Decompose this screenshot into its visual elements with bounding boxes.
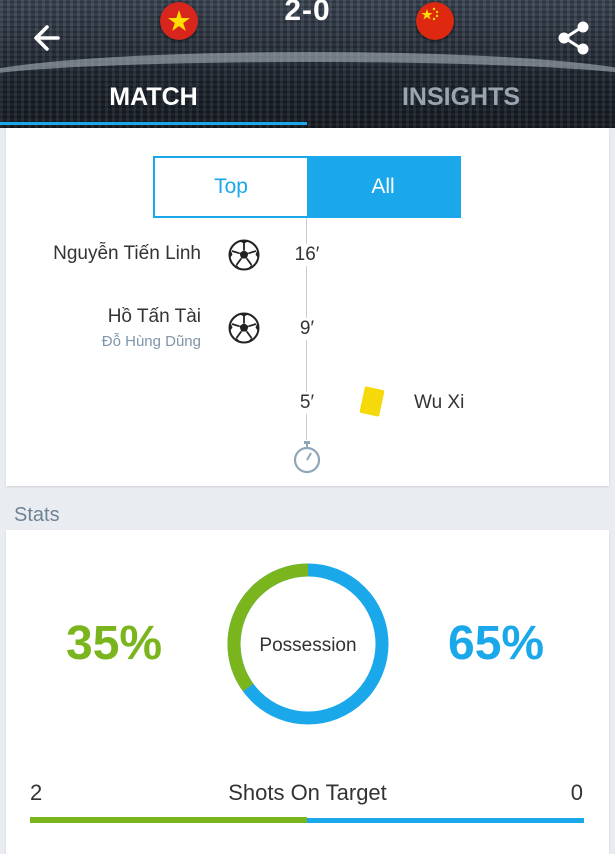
- event-player-name: Nguyễn Tiến Linh: [53, 243, 201, 264]
- stats-section-title: Stats: [14, 504, 60, 526]
- tab-match[interactable]: MATCH: [0, 80, 307, 124]
- soccer-ball-icon: [228, 312, 260, 344]
- home-possession-value: 35%: [66, 617, 163, 670]
- shots-comparison-bar: [30, 817, 584, 823]
- event-minute: 16′: [287, 244, 327, 266]
- filter-top-button[interactable]: Top: [155, 158, 307, 216]
- event-minute: 5′: [287, 392, 327, 414]
- away-possession-value: 65%: [448, 617, 545, 670]
- active-tab-indicator: [0, 122, 307, 125]
- tab-insights[interactable]: INSIGHTS: [307, 80, 615, 124]
- event-player-name: Wu Xi: [414, 392, 465, 413]
- shots-home-fill: [30, 817, 307, 823]
- stopwatch-icon: [293, 441, 321, 474]
- soccer-ball-icon: [228, 239, 260, 271]
- match-events-card: Top All Nguyễn Tiến Linh 16′ Hồ Tấn Tài …: [6, 128, 609, 486]
- home-team-flag: [160, 2, 198, 40]
- filter-all-button[interactable]: All: [307, 158, 459, 216]
- away-team-flag: [416, 2, 454, 40]
- match-score: 2-0: [284, 0, 331, 27]
- event-minute: 9′: [287, 318, 327, 340]
- event-player-name: Hồ Tấn Tài: [107, 306, 201, 327]
- shots-on-target-label: Shots On Target: [228, 780, 387, 805]
- share-icon: [558, 21, 589, 55]
- arrow-left-icon: [34, 25, 60, 51]
- yellow-card-icon: [359, 386, 385, 417]
- back-button[interactable]: [28, 18, 68, 58]
- stats-card: 35% Possession 65% 2 Shots On Target 0: [6, 530, 609, 854]
- possession-label: Possession: [259, 635, 356, 656]
- share-button[interactable]: [554, 18, 594, 58]
- away-shots-value: 0: [570, 780, 583, 805]
- events-filter-toggle: Top All: [153, 156, 461, 218]
- match-header: 2-0 MATCH INSIGHTS: [0, 0, 615, 128]
- possession-donut-chart: Possession: [227, 563, 389, 725]
- event-assist-name: Đỗ Hùng Dũng: [101, 333, 201, 350]
